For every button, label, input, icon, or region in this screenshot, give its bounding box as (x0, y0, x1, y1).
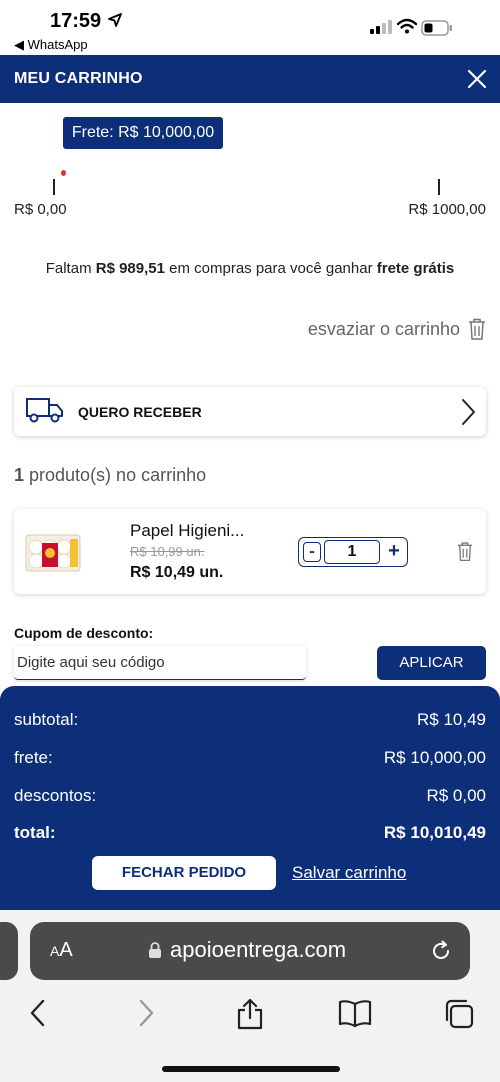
subtotal-value: R$ 10,49 (417, 710, 486, 729)
battery-icon (421, 20, 452, 36)
progress-max-label: R$ 1000,00 (408, 201, 486, 218)
truck-icon (26, 398, 63, 423)
status-bar: 17:59 ◀ WhatsApp (0, 0, 500, 55)
total-label: total: (14, 823, 56, 842)
product-image (25, 534, 81, 572)
discounts-label: descontos: (14, 786, 97, 805)
free-shipping-message: Faltam R$ 989,51 em compras para você ga… (0, 260, 500, 277)
freight-badge: Frete: R$ 10,000,00 (63, 117, 223, 149)
remove-product-trash-icon[interactable] (457, 541, 473, 562)
discounts-value: R$ 0,00 (426, 786, 486, 805)
bookmarks-icon[interactable] (338, 998, 372, 1028)
order-summary-panel: subtotal: R$ 10,49 frete: R$ 10,000,00 d… (0, 686, 500, 910)
progress-start-tick (53, 179, 55, 195)
quantity-stepper: - 1 + (298, 537, 408, 567)
close-icon[interactable] (464, 66, 490, 92)
aa-small: A (50, 943, 60, 959)
delivery-option-card[interactable]: QUERO RECEBER (14, 387, 486, 436)
subtotal-label: subtotal: (14, 710, 79, 729)
increase-quantity-button[interactable]: + (383, 540, 405, 564)
back-to-whatsapp-link[interactable]: ◀ WhatsApp (14, 37, 88, 53)
products-count-label: produto(s) no carrinho (24, 465, 207, 485)
empty-cart-label: esvaziar o carrinho (307, 318, 460, 339)
delivery-label: QUERO RECEBER (78, 404, 202, 420)
progress-marker (61, 170, 66, 176)
tabs-icon[interactable] (443, 998, 475, 1030)
chevron-right-icon (462, 399, 475, 425)
browser-chrome: AA apoioentrega.com (0, 910, 500, 1082)
signal-icon (370, 20, 392, 34)
wifi-icon (397, 18, 417, 34)
forward-icon[interactable] (136, 998, 156, 1028)
url-text: apoioentrega.com (170, 937, 347, 962)
reader-settings-button[interactable]: AA (50, 939, 73, 962)
progress-min-label: R$ 0,00 (14, 201, 67, 218)
message-bold: frete grátis (376, 260, 455, 277)
product-name[interactable]: Papel Higieni... (130, 521, 244, 541)
products-count-number: 1 (14, 465, 25, 485)
lock-icon (149, 942, 161, 958)
quantity-field[interactable]: 1 (324, 540, 380, 564)
coupon-label: Cupom de desconto: (14, 625, 154, 641)
freight-label: frete: (14, 748, 53, 767)
reload-icon[interactable] (430, 940, 452, 962)
page-title: MEU CARRINHO (14, 70, 143, 87)
cart-header: MEU CARRINHO (0, 55, 500, 103)
cart-product-card: Papel Higieni... R$ 10,99 un. R$ 10,49 u… (14, 509, 486, 594)
coupon-input[interactable] (14, 646, 306, 680)
freight-value: R$ 10,000,00 (383, 748, 486, 767)
message-amount: R$ 989,51 (95, 260, 165, 277)
aa-large: A (59, 939, 73, 961)
trash-icon (469, 318, 485, 340)
apply-coupon-button[interactable]: APLICAR (377, 646, 486, 680)
close-order-button[interactable]: FECHAR PEDIDO (92, 856, 276, 890)
location-arrow-icon (108, 13, 122, 27)
empty-cart-button[interactable]: esvaziar o carrinho (308, 318, 486, 340)
product-price: R$ 10,49 un. (130, 564, 224, 581)
home-indicator (162, 1066, 340, 1072)
back-icon[interactable] (28, 998, 48, 1028)
status-time: 17:59 (50, 10, 102, 32)
save-cart-link[interactable]: Salvar carrinho (292, 863, 406, 883)
total-value: R$ 10,010,49 (383, 823, 486, 842)
progress-end-tick (438, 179, 440, 195)
decrease-quantity-button[interactable]: - (303, 542, 321, 562)
share-icon[interactable] (236, 998, 264, 1030)
message-prefix: Faltam (45, 260, 96, 277)
product-old-price: R$ 10,99 un. (130, 544, 205, 559)
message-middle: em compras para você ganhar (164, 260, 377, 277)
previous-tab-preview[interactable] (0, 922, 18, 980)
address-bar[interactable]: AA apoioentrega.com (30, 922, 470, 980)
products-count: 1 produto(s) no carrinho (14, 465, 206, 486)
